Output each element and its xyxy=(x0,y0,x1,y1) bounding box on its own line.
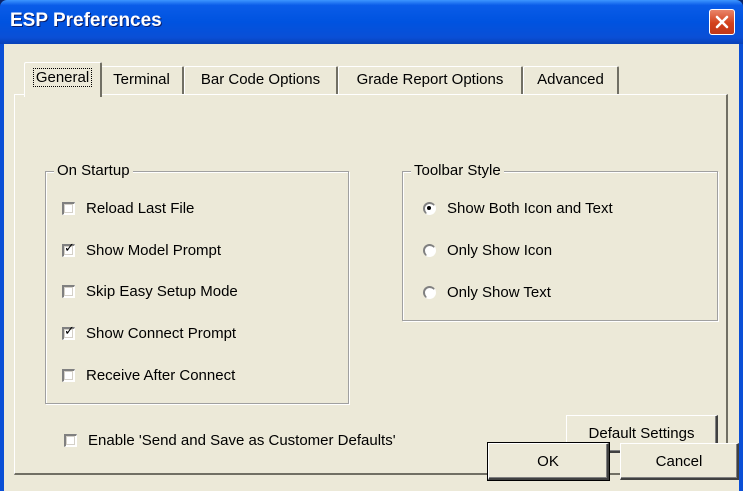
skip-easy-setup-mode-checkbox[interactable]: Skip Easy Setup Mode xyxy=(62,281,238,301)
checkmark-icon: ✓ xyxy=(64,240,75,256)
tab-label: Grade Report Options xyxy=(356,71,504,88)
receive-after-connect-checkbox[interactable]: Receive After Connect xyxy=(62,365,235,385)
checkbox-box[interactable] xyxy=(62,284,75,298)
checkbox-label: Reload Last File xyxy=(86,199,195,217)
radio-button[interactable] xyxy=(423,201,436,215)
cancel-button[interactable]: Cancel xyxy=(620,443,739,480)
dialog-client-area: Terminal Bar Code Options Grade Report O… xyxy=(4,44,739,491)
tab-general[interactable]: General xyxy=(24,62,102,97)
tab-label: Bar Code Options xyxy=(200,71,321,88)
checkbox-box[interactable] xyxy=(62,368,75,382)
checkbox-box[interactable] xyxy=(64,433,77,447)
on-startup-label: On Startup xyxy=(54,162,133,180)
ok-button[interactable]: OK xyxy=(487,442,610,481)
show-model-prompt-checkbox[interactable]: ✓ Show Model Prompt xyxy=(62,240,221,260)
tab-grade-report-options[interactable]: Grade Report Options xyxy=(338,66,523,94)
checkbox-box[interactable]: ✓ xyxy=(62,240,75,257)
window-border-right xyxy=(739,44,743,491)
show-connect-prompt-checkbox[interactable]: ✓ Show Connect Prompt xyxy=(62,323,236,343)
radio-button[interactable] xyxy=(423,243,436,257)
checkbox-box[interactable]: ✓ xyxy=(62,323,75,340)
radio-label: Only Show Icon xyxy=(447,241,553,259)
show-both-icon-and-text-radio[interactable]: Show Both Icon and Text xyxy=(423,198,613,218)
tab-label: Terminal xyxy=(113,71,170,88)
checkmark-icon: ✓ xyxy=(64,323,75,339)
tab-advanced[interactable]: Advanced xyxy=(523,66,619,94)
on-startup-group: On Startup Reload Last File ✓ Show Model… xyxy=(45,162,349,404)
dialog-window: ESP Preferences Terminal Bar Code Option… xyxy=(0,0,743,491)
toolbar-style-group: Toolbar Style Show Both Icon and Text On… xyxy=(402,162,718,321)
checkbox-label: Show Model Prompt xyxy=(86,241,222,259)
tab-panel-general: On Startup Reload Last File ✓ Show Model… xyxy=(14,94,728,475)
checkbox-box[interactable] xyxy=(62,201,75,215)
radio-button[interactable] xyxy=(423,285,436,299)
radio-label: Show Both Icon and Text xyxy=(447,199,613,217)
checkbox-label: Enable 'Send and Save as Customer Defaul… xyxy=(88,431,396,449)
radio-label: Only Show Text xyxy=(447,283,551,301)
close-icon xyxy=(715,15,729,29)
tab-label: Advanced xyxy=(537,71,604,88)
enable-customer-defaults-checkbox[interactable]: Enable 'Send and Save as Customer Defaul… xyxy=(64,430,396,450)
toolbar-style-label: Toolbar Style xyxy=(411,162,504,180)
checkbox-label: Skip Easy Setup Mode xyxy=(86,282,238,300)
checkbox-label: Show Connect Prompt xyxy=(86,324,237,342)
close-button[interactable] xyxy=(709,9,735,35)
tab-terminal[interactable]: Terminal xyxy=(100,66,184,94)
title-bar[interactable]: ESP Preferences xyxy=(0,0,743,44)
reload-last-file-checkbox[interactable]: Reload Last File xyxy=(62,198,194,218)
radio-selected-dot xyxy=(427,205,431,210)
tab-label: General xyxy=(32,68,93,87)
checkbox-label: Receive After Connect xyxy=(86,366,236,384)
only-show-text-radio[interactable]: Only Show Text xyxy=(423,282,551,302)
tab-bar-code-options[interactable]: Bar Code Options xyxy=(184,66,338,94)
window-title: ESP Preferences xyxy=(10,10,162,31)
only-show-icon-radio[interactable]: Only Show Icon xyxy=(423,240,552,260)
